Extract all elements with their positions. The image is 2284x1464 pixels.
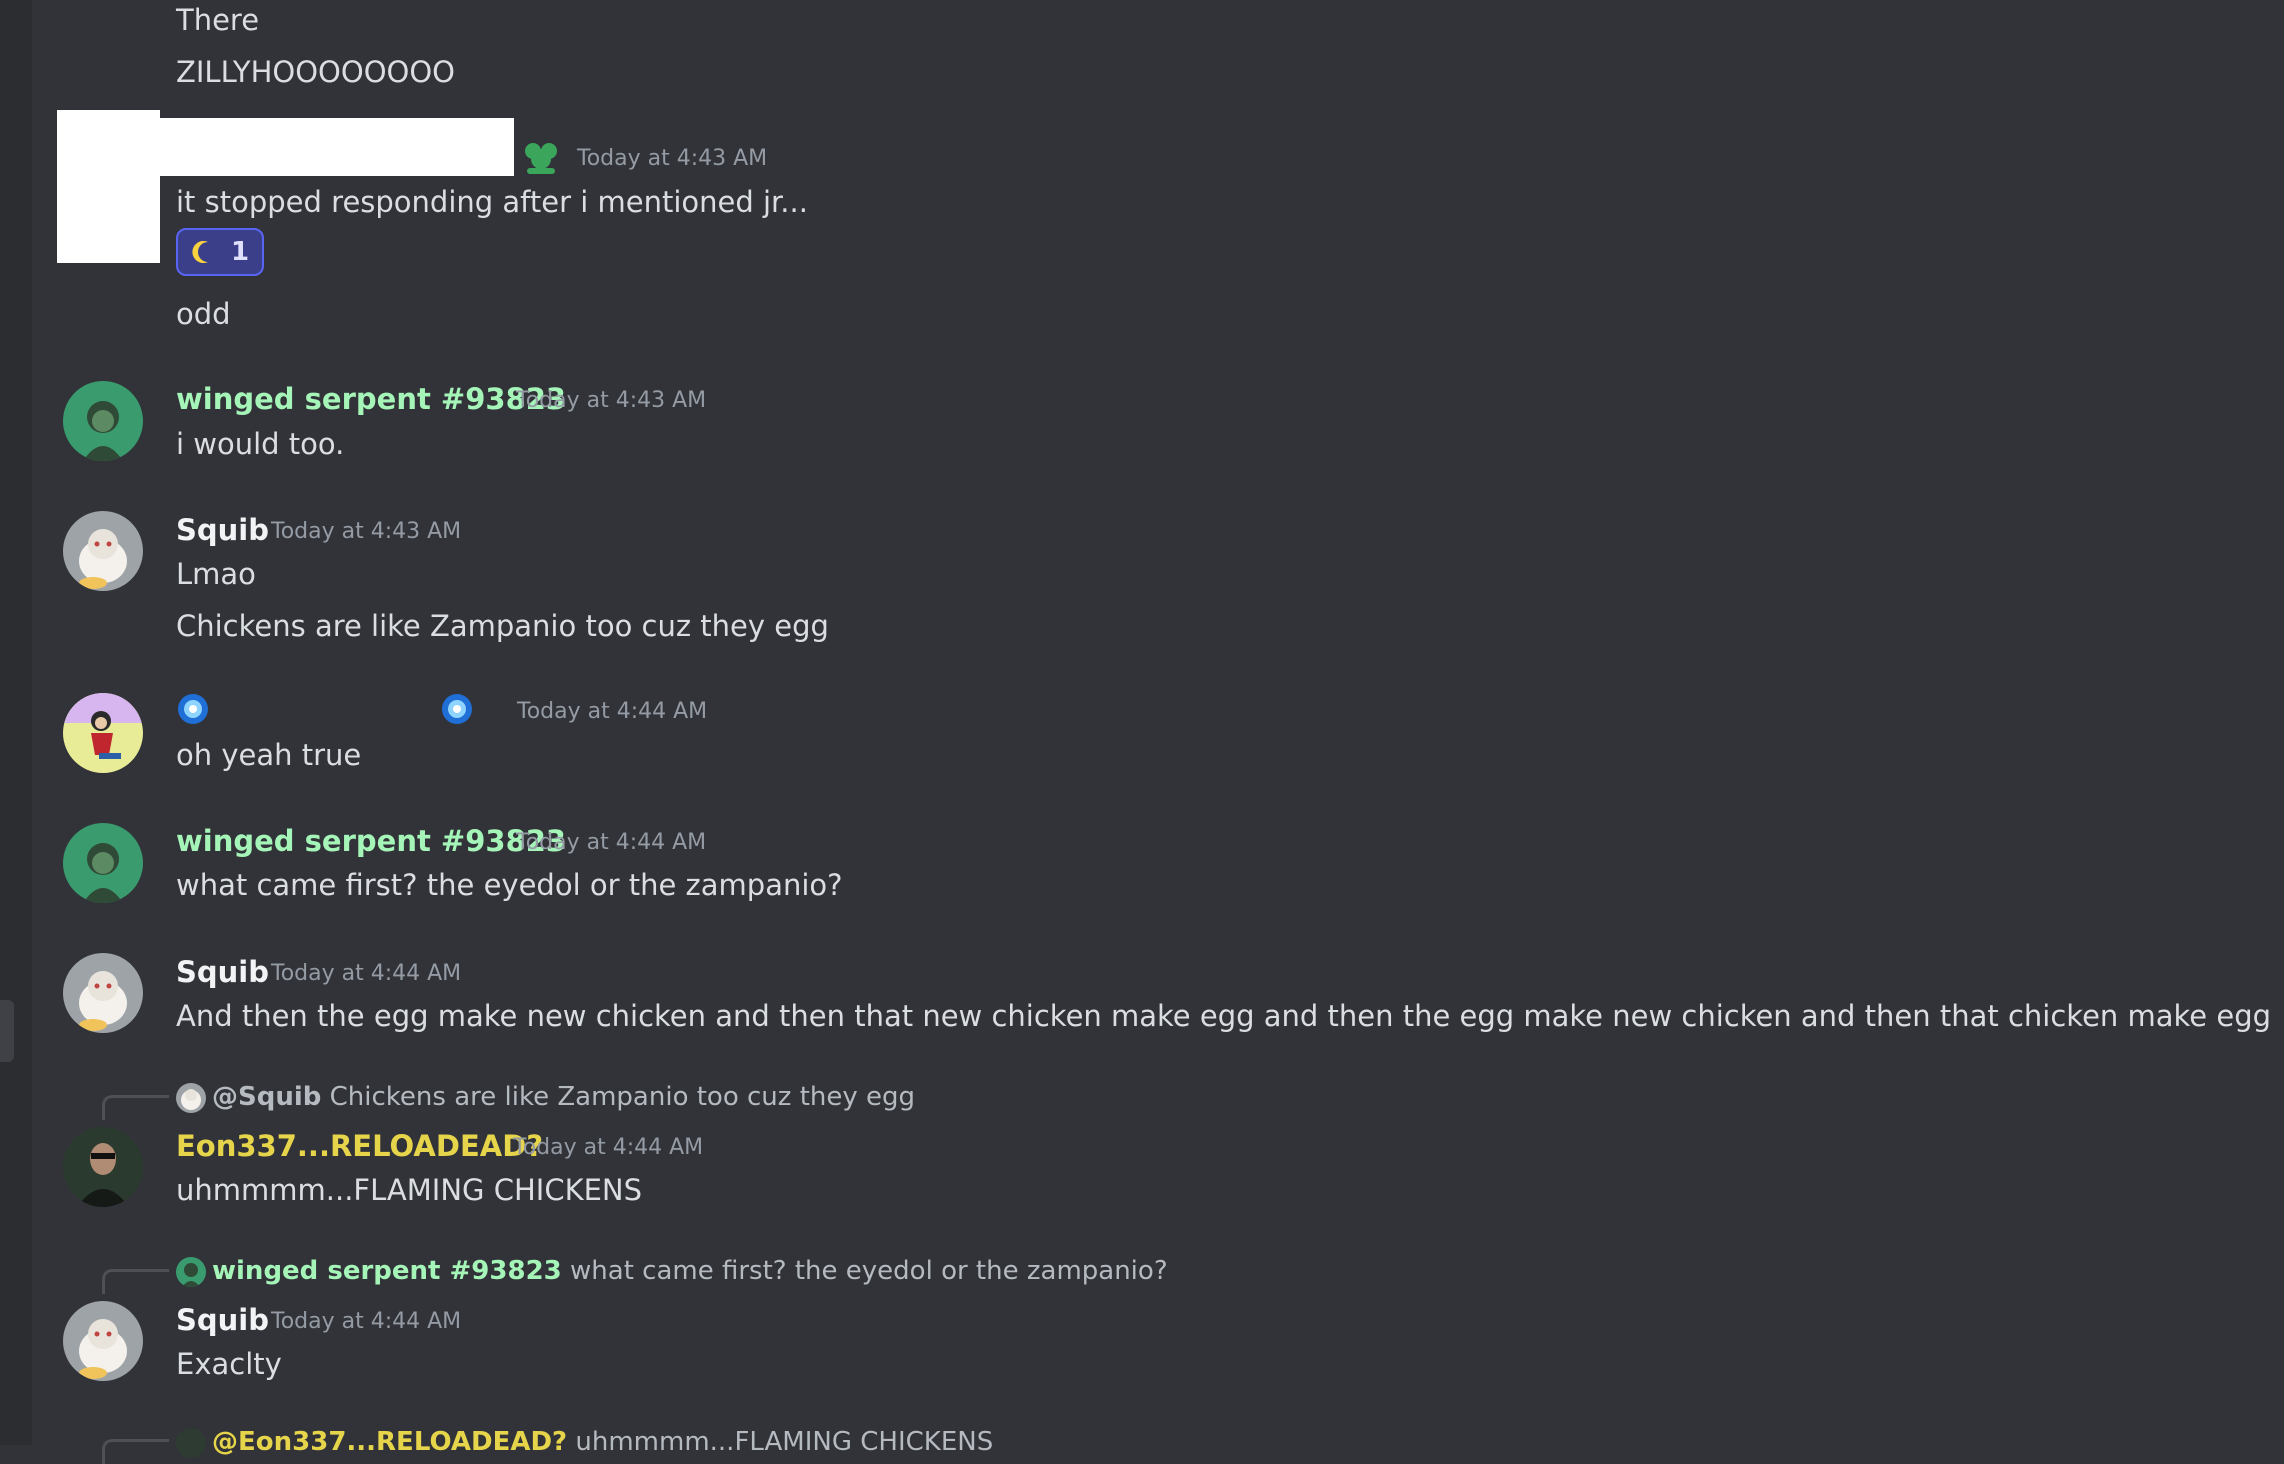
author-emoji-name[interactable] <box>176 692 474 726</box>
crescent-moon-icon <box>404 702 430 726</box>
timestamp: Today at 4:44 AM <box>271 1309 462 1334</box>
timestamp: Today at 4:43 AM <box>271 519 462 544</box>
blue-orb-icon <box>442 694 472 724</box>
scroll-handle[interactable] <box>0 1000 14 1062</box>
timestamp: Today at 4:44 AM <box>516 830 707 855</box>
message-text: i would too. <box>176 427 345 461</box>
reply-author: winged serpent #93823 <box>212 1256 562 1286</box>
timestamp: Today at 4:43 AM <box>577 146 768 171</box>
message-text: And then the egg make new chicken and th… <box>176 999 2272 1033</box>
redacted-author-name <box>160 118 514 176</box>
reply-preview[interactable]: @Squib Chickens are like Zampanio too cu… <box>176 1080 915 1114</box>
leaf-icon <box>525 143 557 174</box>
crescent-moon-icon <box>228 702 254 726</box>
avatar[interactable] <box>63 953 143 1033</box>
message-text: Lmao <box>176 557 256 591</box>
reply-author: @Squib <box>212 1082 322 1112</box>
avatar[interactable] <box>63 511 143 591</box>
message-text: Chickens are like Zampanio too cuz they … <box>176 609 829 643</box>
left-rail <box>0 0 32 1445</box>
message-text: odd <box>176 297 231 331</box>
author-name[interactable]: winged serpent #93823 <box>176 379 566 419</box>
avatar[interactable] <box>63 1127 143 1207</box>
message-text: Exaclty <box>176 1347 282 1381</box>
timestamp: Today at 4:44 AM <box>517 699 708 724</box>
timestamp: Today at 4:44 AM <box>513 1135 704 1160</box>
crescent-moon-icon <box>192 241 208 263</box>
author-name[interactable]: Eon337...RELOADEAD? <box>176 1126 543 1166</box>
reply-preview[interactable]: winged serpent #93823 what came first? t… <box>176 1254 1168 1288</box>
author-name[interactable]: Squib <box>176 1300 269 1340</box>
message-text: There <box>176 3 260 37</box>
crescent-moon-icon <box>316 702 342 726</box>
reply-avatar <box>176 1256 206 1287</box>
reply-avatar <box>176 1427 206 1458</box>
reply-connector <box>102 1269 169 1294</box>
message-text: oh yeah true <box>176 738 362 772</box>
avatar[interactable] <box>63 1301 143 1381</box>
message-text: it stopped responding after i mentioned … <box>176 185 808 219</box>
message-text: uhmmmm...FLAMING CHICKENS <box>176 1173 643 1207</box>
timestamp: Today at 4:43 AM <box>516 388 707 413</box>
reply-connector <box>102 1439 169 1464</box>
reply-preview[interactable]: @Eon337...RELOADEAD? uhmmmm...FLAMING CH… <box>176 1425 993 1459</box>
reply-avatar <box>176 1082 206 1113</box>
author-name[interactable]: winged serpent #93823 <box>176 821 566 861</box>
author-name[interactable]: Squib <box>176 952 269 992</box>
message-text: what came first? the eyedol or the zampa… <box>176 868 843 902</box>
reply-text: uhmmmm...FLAMING CHICKENS <box>575 1427 994 1457</box>
redacted-avatar <box>57 110 160 263</box>
timestamp: Today at 4:44 AM <box>271 961 462 986</box>
crescent-moon-icon <box>360 702 386 726</box>
reply-text: Chickens are like Zampanio too cuz they … <box>329 1082 916 1112</box>
blue-orb-icon <box>178 694 208 724</box>
crescent-moon-icon <box>272 702 298 726</box>
message-text: ZILLYHOOOOOOOO <box>176 55 456 89</box>
avatar[interactable] <box>63 693 143 773</box>
author-name[interactable]: Squib <box>176 510 269 550</box>
reply-connector <box>102 1095 169 1120</box>
reply-text: what came first? the eyedol or the zampa… <box>570 1256 1168 1286</box>
reaction-button[interactable]: 1 <box>176 228 264 276</box>
reaction-count: 1 <box>230 237 250 267</box>
reply-author: @Eon337...RELOADEAD? <box>212 1427 568 1457</box>
chat-messages: There ZILLYHOOOOOOOO Today at 4:43 AM it… <box>32 0 2284 1464</box>
avatar[interactable] <box>63 823 143 903</box>
avatar[interactable] <box>63 381 143 461</box>
